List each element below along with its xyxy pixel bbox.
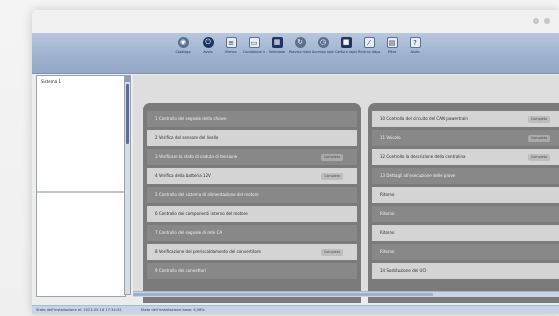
list-item[interactable]: Ritorno [372,225,559,241]
list-item[interactable]: 1 Controllo del segnale della chiave [147,111,357,127]
clock-icon: ◷ [317,37,329,48]
main-area: 1 Controllo del segnale della chiave 2 V… [133,75,559,303]
toolbar-button-label: Elenco [225,50,237,54]
camera-icon: ■ [340,37,352,48]
status-installation-progress: Stato dell'installazione base: 6,58% [140,308,205,312]
toolbar-button-label: Aiuto [410,50,420,54]
list-item[interactable]: 12 Controllo la descrizione della centra… [372,149,559,165]
list-item-label: 13 Dettagli all'esecuzione delle prove [380,173,456,178]
toolbar-button-condizione-iniziale[interactable]: ▭ Condizione iniziale [243,37,265,69]
status-badge: Completo [528,116,550,123]
list-item[interactable]: Ritorno [372,187,559,203]
list-item-label: 8 Verificazione del preriscaldamento del… [155,249,262,254]
list-item[interactable]: 2 Verifica del sensore del livello [147,130,357,146]
status-badge: Completo [321,249,343,256]
list-item-label: 5 Controllo del sistema di alimentazione… [155,192,259,197]
grid-icon: ▦ [271,37,283,48]
list-item-label: 6 Controllo dei componenti interno del m… [155,211,248,216]
power-icon: ⏻ [202,37,214,48]
list-item-label: Ritorno [380,230,395,235]
list-item[interactable]: 13 Dettagli all'esecuzione delle prove [372,168,559,184]
toolbar-button-avvio[interactable]: ⏻ Avvio [197,37,219,69]
toolbar-button-elenco[interactable]: ≡ Elenco [220,37,242,69]
list-item[interactable]: Ritorno [372,206,559,222]
toolbar-button-label: Avvio [203,50,213,54]
list-item-label: 2 Verifica del sensore del livello [155,135,219,140]
list-item-label: 11 Veicolo [380,135,401,140]
toolbar-button-selezione[interactable]: ▦ Selezione [266,37,288,69]
list-item-label: Ritorno [380,192,395,197]
wand-icon: ⁄ [363,37,375,48]
list-item-label: 1 Controllo del segnale della chiave [155,116,227,121]
horizontal-scrollbar-thumb[interactable] [133,293,433,296]
tree-scrollbar[interactable] [124,75,131,295]
list-item-label: 14 Sostituzione del UCI [380,268,427,273]
main-toolbar: ◉ Catalogo ⏻ Avvio ≡ Elenco ▭ Condizione… [32,33,559,74]
toolbar-button-ricerca[interactable]: ⁄ Ricerca dispositivi [358,37,380,69]
filter-icon: ▤ [386,37,398,48]
list-item[interactable]: 14 Sostituzione del UCI [372,263,559,279]
monitor-icon: ▭ [248,37,260,48]
list-item-label: 9 Controllo dei connettori [155,268,207,273]
scroll-up-arrow-icon[interactable] [125,76,130,82]
toolbar-button-catalogo[interactable]: ◉ Catalogo [172,37,194,69]
list-item[interactable]: 4 Verifica della batteria 12V Completo [147,168,357,184]
tree-panel-divider[interactable] [37,191,125,193]
minimize-window-button[interactable] [533,18,539,24]
toolbar-button-label: Catalogo [175,50,191,54]
toolbar-button-aiuto[interactable]: ? Aiuto [404,37,426,69]
toolbar-button-accesso-rapido[interactable]: ◷ Accesso rapido [312,37,334,69]
toolbar-button-label: Ricerca dispositivi [358,50,380,54]
list-item[interactable]: 7 Controllo del segnale di rete CA [147,225,357,241]
list-item-label: Ritorno [380,211,395,216]
toolbar-button-filtro[interactable]: ▤ Filtro [381,37,403,69]
horizontal-scrollbar[interactable] [133,291,559,297]
list-item[interactable]: 5 Controllo del sistema di alimentazione… [147,187,357,203]
list-item[interactable]: 11 Veicolo Completo [372,130,559,146]
list-item-label: 7 Controllo del segnale di rete CA [155,230,223,235]
list-item-label: 4 Verifica della batteria 12V [155,173,211,178]
list-item[interactable]: Ritorno [372,244,559,260]
list-icon: ≡ [225,37,237,48]
list-item[interactable]: 3 Verificare lo stato di caduta di tensi… [147,149,357,165]
list-item-label: 10 Controllo del circuito del CAN powert… [380,116,468,121]
toolbar-button-riavvio[interactable]: ↻ Riavvio manuale [289,37,311,69]
list-item[interactable]: 6 Controllo dei componenti interno del m… [147,206,357,222]
list-item-label: Ritorno [380,249,395,254]
close-window-button[interactable] [544,18,550,24]
toolbar-button-label: Filtro [387,50,397,54]
toolbar-button-label: Accesso rapido [312,50,334,54]
toolbar-button-label: Selezione [268,50,286,54]
help-icon: ? [409,37,421,48]
status-badge: Completo [321,154,343,161]
toolbar-button-label: Condizione iniziale [243,50,265,54]
list-item-label: 3 Verificare lo stato di caduta di tensi… [155,154,238,159]
status-bar: Stato dell'installazione al: 2023-05-16 … [32,305,559,314]
list-item-label: 12 Controllo la descrizione della centra… [380,154,466,159]
status-badge: Completo [528,154,550,161]
reset-icon: ↻ [294,37,306,48]
tag-icon: ◉ [177,37,189,48]
list-item[interactable]: 9 Controllo dei connettori [147,263,357,279]
toolbar-button-label: Riavvio manuale [289,50,311,54]
status-installation-date: Stato dell'installazione al: 2023-05-16 … [36,308,122,312]
status-badge: Completo [321,173,343,180]
status-badge: Completo [528,135,550,142]
test-steps-panel-right: 10 Controllo del circuito del CAN powert… [368,103,559,303]
test-steps-panel-left: 1 Controllo del segnale della chiave 2 V… [143,103,361,303]
list-item[interactable]: 10 Controllo del circuito del CAN powert… [372,111,559,127]
tree-panel: Sistema 1 [36,75,126,297]
tree-item-system[interactable]: Sistema 1 [41,79,61,84]
toolbar-button-label: Cattura rapida [335,50,357,54]
toolbar-button-cattura-rapida[interactable]: ■ Cattura rapida [335,37,357,69]
window-titlebar [32,10,559,33]
tree-scrollbar-thumb[interactable] [126,84,129,144]
list-item[interactable]: 8 Verificazione del preriscaldamento del… [147,244,357,260]
